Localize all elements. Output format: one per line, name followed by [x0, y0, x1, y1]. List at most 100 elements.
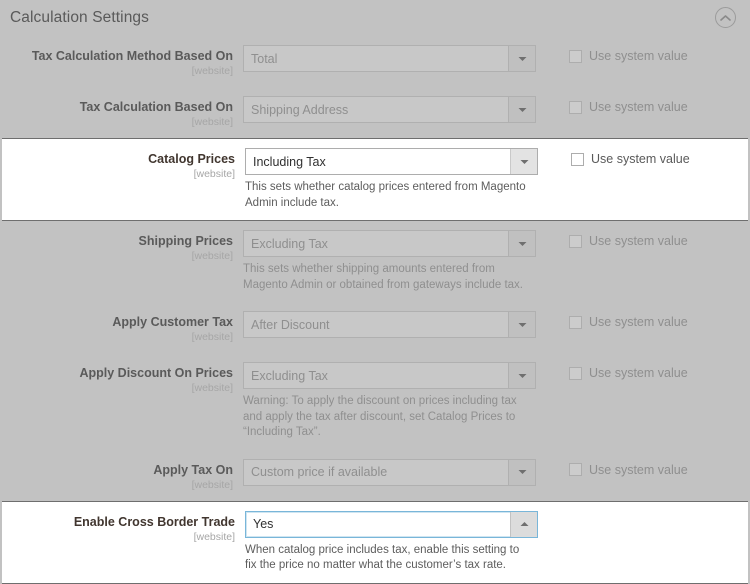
section-header: Calculation Settings — [0, 0, 750, 36]
use-system-value-tax-calculation-based-on[interactable]: Use system value — [569, 96, 688, 114]
chevron-down-icon[interactable] — [508, 46, 535, 71]
field-label-col-apply-customer-tax: Apply Customer Tax [website] — [0, 311, 243, 344]
chevron-down-icon[interactable] — [508, 363, 535, 388]
select-value: After Discount — [251, 317, 330, 332]
field-label: Catalog Prices — [148, 152, 235, 166]
field-label-col-tax-calculation-based-on: Tax Calculation Based On [website] — [0, 96, 243, 129]
use-system-value-catalog-prices[interactable]: Use system value — [571, 148, 690, 166]
field-control-col-apply-tax-on: Custom price if available Use system valu… — [243, 458, 750, 486]
field-hint-enable-cross-border-trade: When catalog price includes tax, enable … — [245, 543, 520, 572]
select-apply-discount-on-prices[interactable]: Excluding Tax — [243, 362, 536, 389]
field-label-col-apply-discount-on-prices: Apply Discount On Prices [website] — [0, 362, 243, 395]
select-tax-calculation-method-based-on[interactable]: Total — [243, 45, 536, 72]
select-catalog-prices[interactable]: Including Tax — [245, 148, 538, 175]
field-control-col-apply-customer-tax: After Discount Use system value — [243, 311, 750, 338]
settings-row-apply-tax-on: Apply Tax On [website] Custom price if ava… — [0, 450, 750, 501]
field-hint-apply-discount-on-prices: Warning: To apply the discount on prices… — [243, 395, 517, 438]
field-label: Tax Calculation Method Based On — [31, 49, 233, 63]
select-value: Custom price if available — [251, 465, 388, 479]
settings-row-apply-discount-on-prices: Apply Discount On Prices [website] Excludi… — [0, 353, 750, 450]
field-scope: [website] — [193, 168, 235, 180]
field-label: Apply Tax On — [153, 462, 233, 477]
use-system-value-tax-calculation-method-based-on[interactable]: Use system value — [569, 45, 688, 63]
field-wrap-tax-calculation-method-based-on: Total — [243, 45, 536, 72]
field-scope: [website] — [193, 530, 235, 543]
field-scope: [website] — [191, 65, 233, 77]
field-scope: [website] — [191, 478, 233, 491]
use-system-value-label: Use system value — [591, 152, 690, 166]
settings-row-tax-calculation-based-on: Tax Calculation Based On [website] Shippin… — [0, 87, 750, 138]
field-label: Shipping Prices — [138, 234, 233, 248]
select-enable-cross-border-trade[interactable]: Yes — [245, 510, 538, 538]
field-control-col-enable-cross-border-trade: Yes When catalog price includes tax, enab… — [245, 510, 748, 574]
field-wrap-enable-cross-border-trade: Yes When catalog price includes tax, enab… — [245, 510, 538, 574]
chevron-up-circle-icon[interactable] — [715, 7, 736, 28]
use-system-value-label: Use system value — [589, 49, 688, 63]
select-value: Including Tax — [253, 154, 326, 169]
chevron-up-icon[interactable] — [510, 511, 537, 537]
use-system-value-checkbox[interactable] — [569, 234, 582, 248]
select-value: Excluding Tax — [251, 368, 328, 383]
field-wrap-catalog-prices: Including Tax This sets whether catalog p… — [245, 148, 538, 211]
use-system-value-checkbox[interactable] — [569, 463, 582, 476]
use-system-value-checkbox[interactable] — [569, 49, 582, 63]
field-scope: [website] — [191, 250, 233, 262]
field-control-col-tax-calculation-based-on: Shipping Address Use system value — [243, 96, 750, 123]
field-scope: [website] — [191, 382, 233, 394]
field-label-col-enable-cross-border-trade: Enable Cross Border Trade [website] — [2, 511, 245, 544]
use-system-value-apply-discount-on-prices[interactable]: Use system value — [569, 362, 688, 380]
settings-field-list: Tax Calculation Method Based On [website]… — [0, 36, 750, 584]
field-label: Tax Calculation Based On — [79, 100, 233, 114]
use-system-value-label: Use system value — [589, 366, 688, 380]
select-apply-customer-tax[interactable]: After Discount — [243, 311, 536, 338]
settings-row-shipping-prices: Shipping Prices [website] Excluding Tax Thi… — [0, 221, 750, 302]
field-control-col-tax-calculation-method-based-on: Total Use system value — [243, 45, 750, 72]
select-shipping-prices[interactable]: Excluding Tax — [243, 230, 536, 257]
settings-row-enable-cross-border-trade: Enable Cross Border Trade [website] Yes Whe… — [2, 500, 748, 584]
use-system-value-apply-tax-on[interactable]: Use system value — [569, 459, 688, 477]
settings-row-tax-calculation-method-based-on: Tax Calculation Method Based On [website]… — [0, 36, 750, 87]
select-apply-tax-on[interactable]: Custom price if available — [243, 458, 536, 486]
field-label-col-tax-calculation-method-based-on: Tax Calculation Method Based On [website] — [0, 45, 243, 78]
use-system-value-label: Use system value — [589, 462, 688, 477]
field-label: Apply Discount On Prices — [79, 366, 233, 380]
field-label: Apply Customer Tax — [112, 315, 233, 329]
use-system-value-checkbox[interactable] — [569, 366, 582, 380]
field-control-col-apply-discount-on-prices: Excluding Tax Warning: To apply the disco… — [243, 362, 750, 441]
field-wrap-apply-tax-on: Custom price if available — [243, 458, 536, 486]
field-wrap-apply-customer-tax: After Discount — [243, 311, 536, 338]
use-system-value-label: Use system value — [589, 100, 688, 114]
field-wrap-shipping-prices: Excluding Tax This sets whether shipping … — [243, 230, 536, 293]
chevron-down-icon[interactable] — [510, 149, 537, 174]
use-system-value-checkbox[interactable] — [571, 152, 584, 166]
field-scope: [website] — [191, 116, 233, 128]
settings-row-apply-customer-tax: Apply Customer Tax [website] After Discoun… — [0, 302, 750, 353]
select-tax-calculation-based-on[interactable]: Shipping Address — [243, 96, 536, 123]
select-value: Total — [251, 51, 278, 66]
settings-row-catalog-prices: Catalog Prices [website] Including Tax This… — [2, 138, 748, 221]
select-value: Shipping Address — [251, 102, 349, 117]
chevron-down-icon[interactable] — [508, 312, 535, 337]
field-label-col-shipping-prices: Shipping Prices [website] — [0, 230, 243, 263]
field-hint-shipping-prices: This sets whether shipping amounts enter… — [243, 263, 523, 291]
field-wrap-apply-discount-on-prices: Excluding Tax Warning: To apply the disco… — [243, 362, 536, 441]
chevron-down-icon[interactable] — [508, 459, 535, 485]
use-system-value-apply-customer-tax[interactable]: Use system value — [569, 311, 688, 329]
field-scope: [website] — [191, 331, 233, 343]
field-control-col-shipping-prices: Excluding Tax This sets whether shipping … — [243, 230, 750, 293]
use-system-value-label: Use system value — [589, 315, 688, 329]
field-hint-catalog-prices: This sets whether catalog prices entered… — [245, 181, 526, 209]
field-label-col-catalog-prices: Catalog Prices [website] — [2, 148, 245, 181]
chevron-down-icon[interactable] — [508, 97, 535, 122]
use-system-value-checkbox[interactable] — [569, 315, 582, 329]
field-control-col-catalog-prices: Including Tax This sets whether catalog p… — [245, 148, 748, 211]
field-wrap-tax-calculation-based-on: Shipping Address — [243, 96, 536, 123]
select-value: Yes — [253, 517, 274, 531]
use-system-value-checkbox[interactable] — [569, 100, 582, 114]
page-title: Calculation Settings — [10, 9, 149, 26]
use-system-value-label: Use system value — [589, 234, 688, 248]
use-system-value-shipping-prices[interactable]: Use system value — [569, 230, 688, 248]
select-value: Excluding Tax — [251, 236, 328, 251]
chevron-down-icon[interactable] — [508, 231, 535, 256]
field-label-col-apply-tax-on: Apply Tax On [website] — [0, 459, 243, 492]
